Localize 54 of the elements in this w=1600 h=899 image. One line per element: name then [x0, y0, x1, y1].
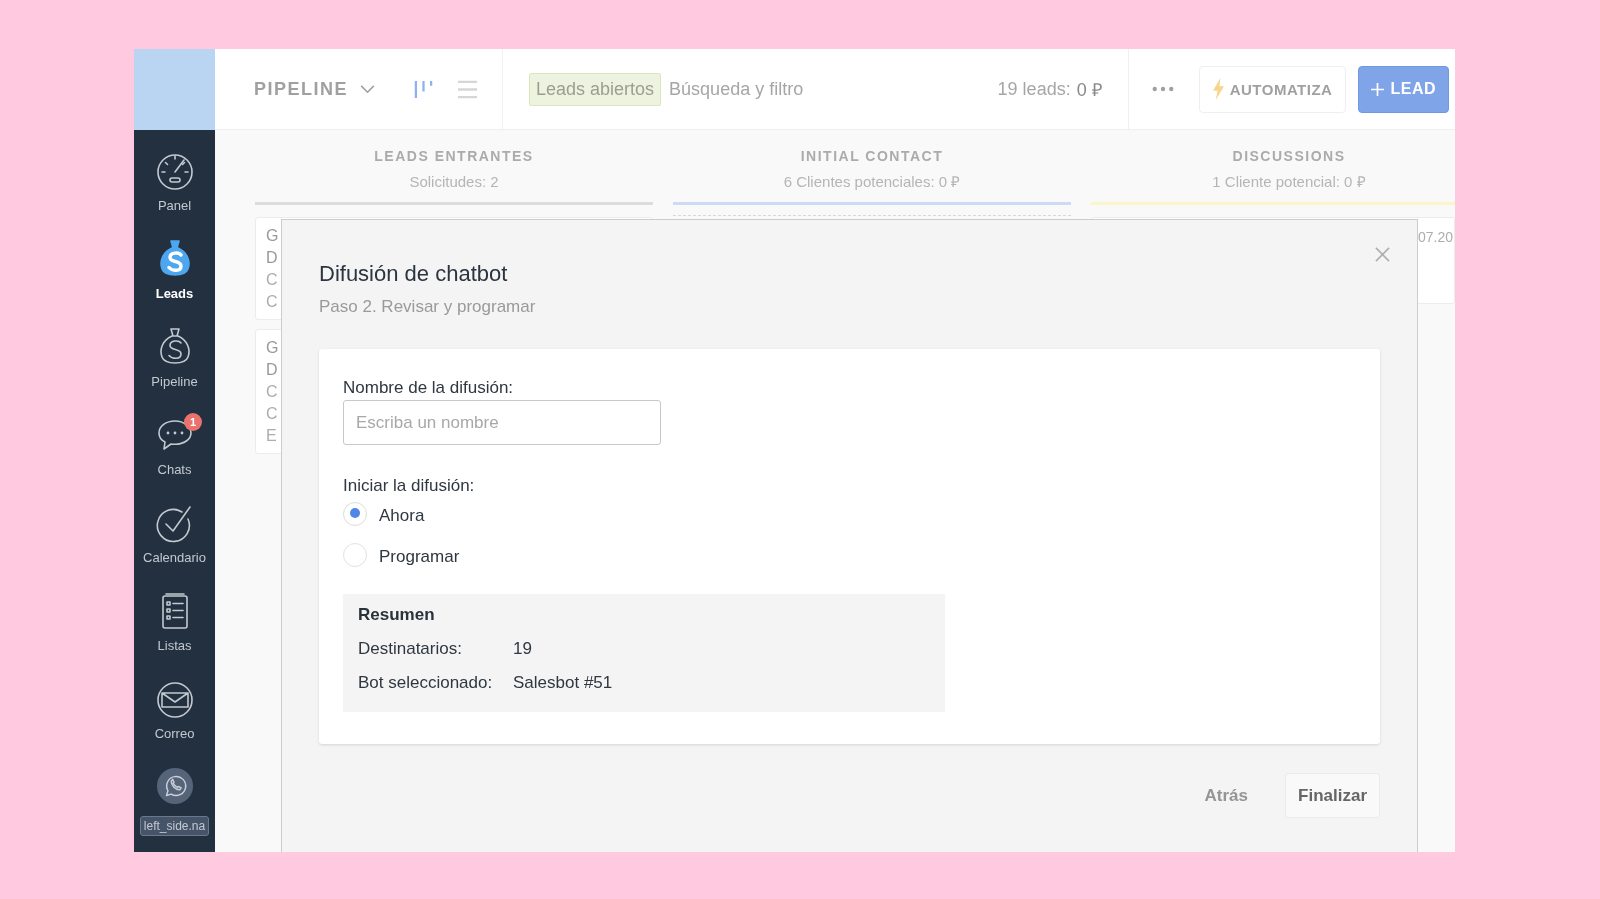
summary-value: 19	[513, 638, 532, 660]
column-title: LEADS ENTRANTES	[373, 147, 535, 165]
card-text: D	[266, 248, 278, 268]
lightning-icon	[1212, 78, 1224, 100]
summary-title: Resumen	[358, 604, 436, 626]
card-text: G	[266, 338, 279, 358]
card-text: C	[266, 404, 278, 424]
close-icon[interactable]	[1375, 247, 1390, 262]
card-text: C	[266, 292, 278, 312]
field-label: Nombre de la difusión:	[343, 377, 515, 399]
summary-value: Salesbot #51	[513, 672, 613, 694]
dialog-title: Difusión de chatbot	[319, 260, 509, 288]
lead-count-value: 0 ₽	[1076, 79, 1102, 101]
sidebar-item[interactable]: Panel	[134, 130, 215, 218]
list-view-icon[interactable]	[458, 79, 478, 99]
lead-count-label: 19 leads:	[997, 78, 1071, 100]
phone-icon	[155, 767, 194, 805]
dialog-subtitle: Paso 2. Revisar y programar	[319, 296, 537, 318]
sidebar-item[interactable]: Pipeline	[134, 306, 215, 394]
column-title: DISCUSSIONS	[1231, 147, 1347, 165]
card-text: E	[266, 426, 277, 446]
field-label: Iniciar la difusión:	[343, 475, 476, 497]
card-text: C	[266, 270, 278, 290]
notification-badge: 1	[184, 413, 202, 431]
summary-label: Destinatarios:	[358, 638, 462, 660]
card-text: D	[266, 360, 278, 380]
gauge-icon	[154, 151, 195, 191]
column-subtitle: Solicitudes: 2	[408, 172, 500, 192]
card-date: 07.20	[1417, 228, 1453, 247]
column-subtitle: 6 Clientes potenciales: 0 ₽	[782, 172, 962, 192]
name-input[interactable]: Escriba un nombre	[343, 400, 661, 445]
chevron-down-icon	[360, 84, 376, 94]
column-subtitle: 1 Cliente potencial: 0 ₽	[1211, 172, 1367, 192]
search-field[interactable]: Búsqueda y filtro	[661, 78, 998, 100]
radio-label[interactable]: Ahora	[379, 505, 425, 527]
sidebar-item[interactable]: left_side.na	[134, 746, 215, 834]
radio-label[interactable]: Programar	[379, 546, 460, 568]
sidebar-item[interactable]: Leads	[134, 218, 215, 306]
more-icon[interactable]	[1151, 86, 1174, 92]
plus-icon	[1371, 82, 1385, 96]
board-view-icon[interactable]	[414, 79, 434, 99]
summary-label: Bot seleccionado:	[358, 672, 493, 694]
sidebar-item[interactable]: Calendario	[134, 482, 215, 570]
sidebar-item[interactable]: Listas	[134, 570, 215, 658]
label-tag: left_side.na	[139, 816, 210, 836]
sidebar-item[interactable]: Correo	[134, 658, 215, 746]
column-title: INITIAL CONTACT	[799, 147, 945, 165]
envelope-icon	[154, 679, 195, 719]
card-text: C	[266, 382, 278, 402]
sidebar-item[interactable]: 1 Chats	[134, 394, 215, 482]
finish-button[interactable]: Finalizar	[1285, 773, 1380, 818]
radio-button[interactable]	[343, 543, 367, 567]
card-text: G	[266, 226, 279, 246]
radio-button[interactable]	[343, 502, 367, 526]
